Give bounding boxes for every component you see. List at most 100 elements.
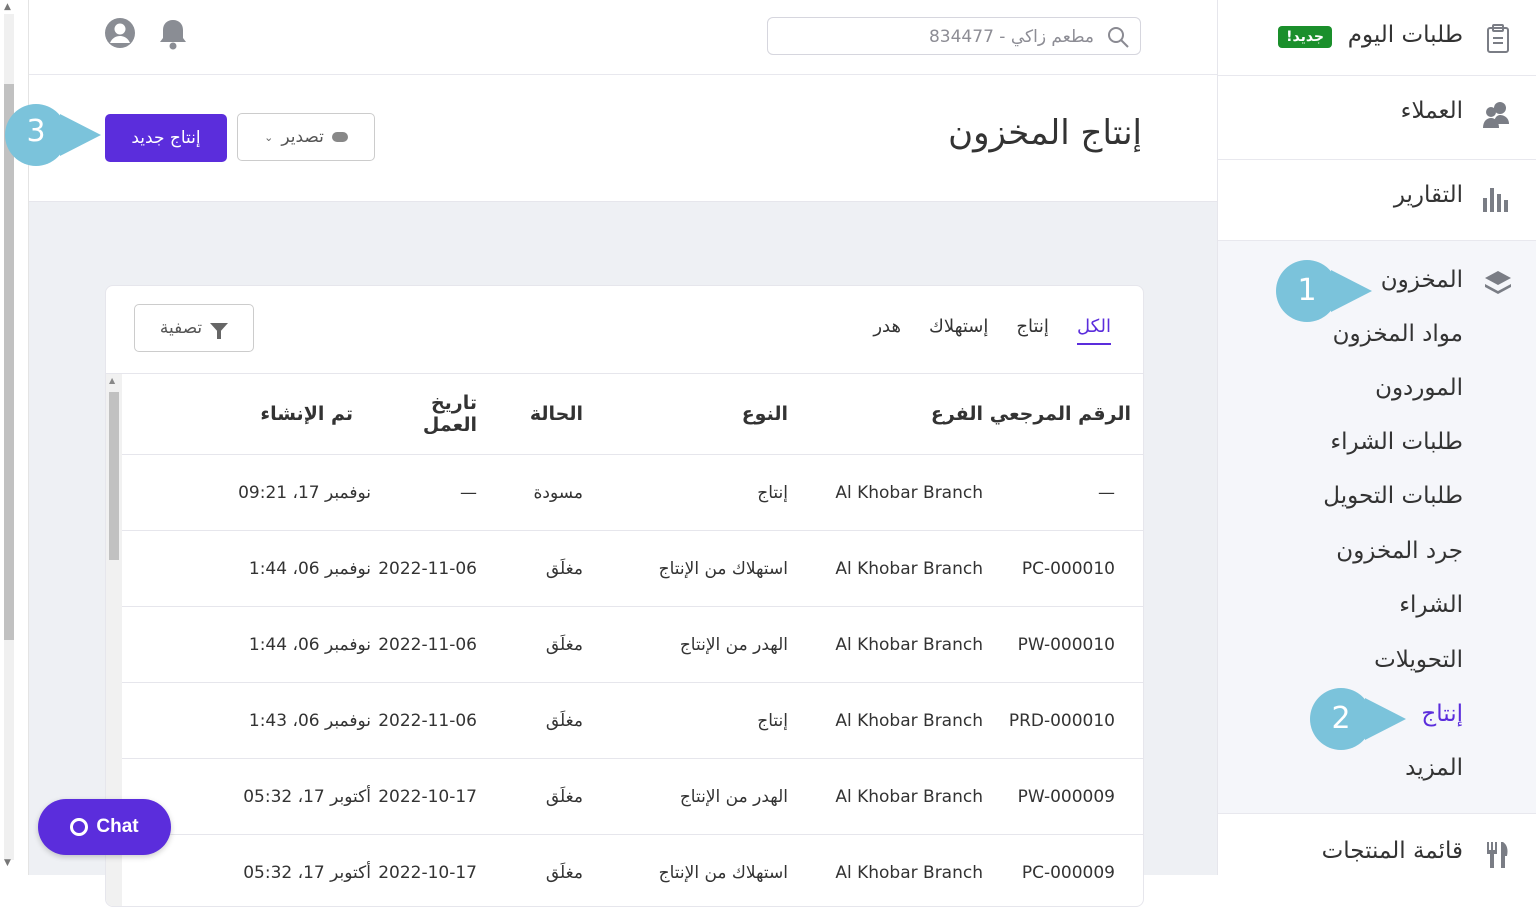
fork-knife-icon — [1483, 840, 1511, 874]
sidebar-item-reports[interactable]: التقارير — [1218, 160, 1536, 241]
tab-waste[interactable]: هدر — [873, 316, 901, 345]
cell-reference: PW-000009 — [983, 759, 1143, 835]
production-table: الرقم المرجعي الفرع النوع الحالة تاريخ ا… — [122, 374, 1143, 907]
cell-reference: PC-000010 — [983, 531, 1143, 607]
cell-status: مغلَق — [477, 759, 583, 835]
page-title: إنتاج المخزون — [948, 113, 1142, 153]
user-account-icon[interactable] — [104, 17, 136, 53]
chat-bubble-icon — [70, 818, 88, 836]
chevron-down-icon: ⌄ — [264, 131, 273, 144]
customers-icon — [1481, 100, 1511, 134]
table-scroll-up-icon[interactable]: ▲ — [109, 376, 115, 385]
sidebar-item-menu[interactable]: قائمة المنتجات — [1218, 814, 1536, 875]
column-header-created[interactable]: تم الإنشاء — [122, 374, 371, 455]
cell-business-date: 2022-10-17 — [371, 759, 477, 835]
cell-status: مغلَق — [477, 683, 583, 759]
callout-number: 1 — [1276, 260, 1338, 322]
cell-created: نوفمبر 06، 1:43 — [122, 683, 371, 759]
notifications-bell-icon[interactable] — [159, 18, 187, 54]
export-button[interactable]: تصدير ⌄ — [237, 113, 375, 161]
cell-created: نوفمبر 06، 1:44 — [122, 531, 371, 607]
tab-consumption[interactable]: إستهلاك — [929, 316, 988, 345]
cell-business-date: — — [371, 455, 477, 531]
table-header-row: الرقم المرجعي الفرع النوع الحالة تاريخ ا… — [122, 374, 1143, 455]
top-bar — [29, 0, 1217, 75]
production-card: الكل إنتاج إستهلاك هدر تصفية ▲ الرقم الم… — [105, 285, 1144, 907]
sidebar-sub-inventory-items[interactable]: مواد المخزون — [1333, 321, 1463, 347]
cell-business-date: 2022-11-06 — [371, 531, 477, 607]
tab-production[interactable]: إنتاج — [1016, 316, 1049, 345]
sidebar-item-label: العملاء — [1401, 98, 1463, 124]
cell-type: إنتاج — [583, 683, 788, 759]
sidebar-sub-transfers[interactable]: التحويلات — [1374, 647, 1463, 673]
table-row[interactable]: PC-000009Al Khobar Branchاستهلاك من الإن… — [122, 835, 1143, 907]
sidebar-item-customers[interactable]: العملاء — [1218, 76, 1536, 160]
scrollbar-thumb[interactable] — [4, 84, 14, 640]
callout-3: 3 — [5, 104, 71, 160]
clipboard-icon — [1485, 24, 1511, 58]
cell-branch: Al Khobar Branch — [788, 531, 983, 607]
column-header-branch[interactable]: الفرع — [788, 374, 983, 455]
cell-branch: Al Khobar Branch — [788, 683, 983, 759]
sidebar-sub-purchase-orders[interactable]: طلبات الشراء — [1330, 429, 1463, 455]
sidebar-sub-transfer-orders[interactable]: طلبات التحويل — [1323, 483, 1463, 509]
bar-chart-icon — [1481, 184, 1511, 218]
cell-created: نوفمبر 06، 1:44 — [122, 607, 371, 683]
cell-business-date: 2022-11-06 — [371, 683, 477, 759]
filter-button[interactable]: تصفية — [134, 304, 254, 352]
table-row[interactable]: PRD-000010Al Khobar Branchإنتاجمغلَق2022… — [122, 683, 1143, 759]
filter-funnel-icon — [210, 323, 228, 333]
sidebar-sub-suppliers[interactable]: الموردون — [1375, 375, 1463, 401]
sidebar-item-today-orders[interactable]: طلبات اليوم جديد! — [1218, 0, 1536, 76]
cell-business-date: 2022-11-06 — [371, 607, 477, 683]
callout-1: 1 — [1276, 260, 1342, 316]
callout-2: 2 — [1310, 688, 1376, 744]
search-input[interactable] — [782, 19, 1096, 55]
cell-branch: Al Khobar Branch — [788, 607, 983, 683]
sidebar-sub-inventory-count[interactable]: جرد المخزون — [1336, 538, 1463, 564]
table-row[interactable]: PW-000009Al Khobar Branchالهدر من الإنتا… — [122, 759, 1143, 835]
table-row[interactable]: PW-000010Al Khobar Branchالهدر من الإنتا… — [122, 607, 1143, 683]
cell-type: الهدر من الإنتاج — [583, 759, 788, 835]
sidebar-sub-production[interactable]: إنتاج — [1421, 701, 1463, 727]
chat-label: Chat — [96, 816, 138, 838]
search-icon[interactable] — [1106, 25, 1130, 53]
callout-number: 2 — [1310, 688, 1372, 750]
chat-button[interactable]: Chat — [38, 799, 171, 855]
new-production-button[interactable]: إنتاج جديد — [105, 114, 227, 162]
cell-status: مغلَق — [477, 607, 583, 683]
sidebar-item-label: طلبات اليوم — [1348, 22, 1463, 48]
search-box[interactable] — [767, 17, 1141, 55]
cell-reference: PRD-000010 — [983, 683, 1143, 759]
scroll-down-arrow-icon[interactable]: ▼ — [4, 858, 11, 868]
main-content: الكل إنتاج إستهلاك هدر تصفية ▲ الرقم الم… — [29, 202, 1217, 875]
cell-status: مسودة — [477, 455, 583, 531]
table-scrollbar-thumb[interactable] — [109, 392, 119, 560]
scroll-up-arrow-icon[interactable]: ▲ — [4, 2, 11, 12]
table-row[interactable]: —Al Khobar Branchإنتاجمسودة—نوفمبر 17، 0… — [122, 455, 1143, 531]
new-badge: جديد! — [1278, 26, 1332, 48]
cell-branch: Al Khobar Branch — [788, 835, 983, 907]
cell-branch: Al Khobar Branch — [788, 759, 983, 835]
sidebar-item-label: قائمة المنتجات — [1322, 838, 1463, 864]
cell-reference: PW-000010 — [983, 607, 1143, 683]
table-container: ▲ الرقم المرجعي الفرع النوع الحالة تاريخ… — [106, 373, 1143, 907]
cell-type: إنتاج — [583, 455, 788, 531]
sidebar-item-inventory[interactable]: المخزون — [1381, 267, 1463, 293]
column-header-business-date[interactable]: تاريخ العمل — [371, 374, 477, 455]
column-header-type[interactable]: النوع — [583, 374, 788, 455]
tab-bar: الكل إنتاج إستهلاك هدر — [873, 316, 1111, 345]
cell-type: استهلاك من الإنتاج — [583, 835, 788, 907]
sidebar-sub-more[interactable]: المزيد — [1405, 755, 1463, 781]
cell-business-date: 2022-10-17 — [371, 835, 477, 907]
tab-all[interactable]: الكل — [1077, 316, 1111, 345]
cell-branch: Al Khobar Branch — [788, 455, 983, 531]
export-label: تصدير — [281, 127, 324, 147]
cell-status: مغلَق — [477, 531, 583, 607]
cell-type: الهدر من الإنتاج — [583, 607, 788, 683]
column-header-reference[interactable]: الرقم المرجعي — [983, 374, 1143, 455]
column-header-status[interactable]: الحالة — [477, 374, 583, 455]
table-row[interactable]: PC-000010Al Khobar Branchاستهلاك من الإن… — [122, 531, 1143, 607]
sidebar-sub-purchasing[interactable]: الشراء — [1399, 592, 1463, 618]
cloud-icon — [332, 132, 348, 142]
